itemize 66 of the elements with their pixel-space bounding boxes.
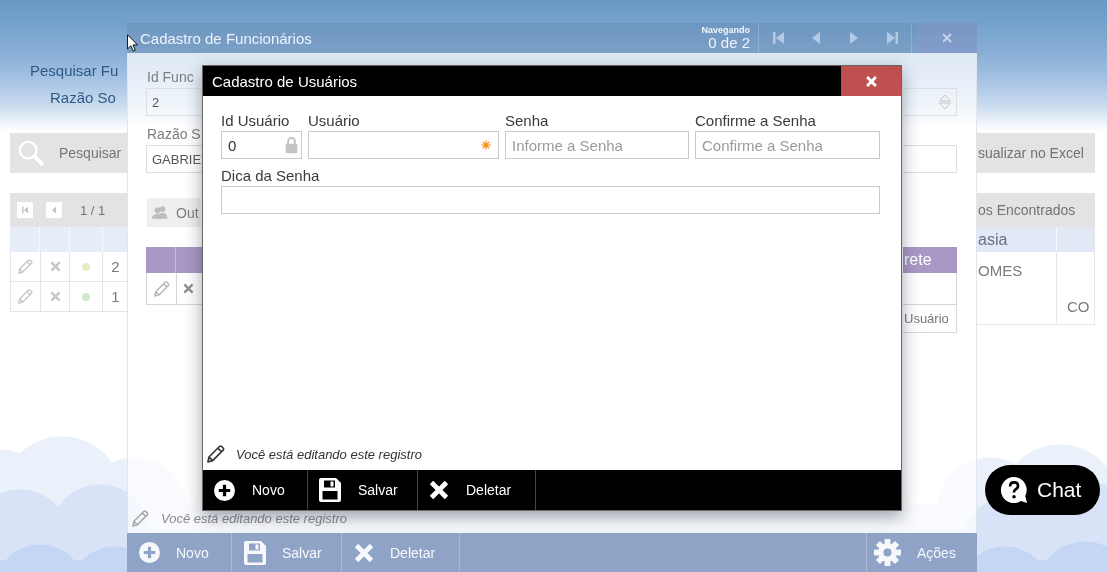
previous-icon[interactable] [812,32,820,44]
delete-button[interactable]: Deletar [418,470,536,510]
first-page-icon[interactable] [772,32,784,44]
dialog-title: Cadastro de Usuários [212,72,358,90]
pencil-icon [132,509,149,527]
pencil-icon [207,445,225,463]
first-page-icon[interactable] [17,202,33,218]
table-cell-text: CO [1066,296,1091,317]
cross-icon[interactable] [49,261,61,272]
people-icon [152,206,168,219]
column-header: asia [978,230,1008,249]
pencil-icon[interactable] [17,289,33,304]
field-label: Usuário [308,112,360,130]
search-icon [18,140,44,166]
excel-button[interactable]: sualizar no Excel [977,133,1095,173]
user-button[interactable]: Usuário [903,305,957,333]
up-down-icon[interactable] [939,94,951,110]
cross-icon [354,542,374,563]
column-header: rete [903,247,957,273]
status-message: Você está editando este registro [236,446,422,462]
plus-circle-icon [214,479,235,501]
cross-icon [429,480,449,500]
text-field[interactable] [903,88,957,116]
new-button[interactable]: Novo [127,533,232,572]
last-page-icon[interactable] [886,32,898,44]
text-field[interactable] [903,145,957,173]
field-label: Razão S [147,126,201,142]
field-label: Confirme a Senha [695,112,816,130]
field-label: Id Func [147,69,194,85]
next-icon[interactable] [850,32,858,44]
table-header [146,247,202,273]
page-heading: Pesquisar Fu [30,62,119,79]
record-counter: 0 de 2 [708,35,750,51]
status-message: Você está editando este registro [161,510,347,526]
actions-button[interactable]: Ações [866,533,977,572]
table-cell-text: 1 [110,287,121,307]
field-label: Razão So [50,89,116,106]
pencil-icon[interactable] [17,259,33,274]
window-title: Cadastro de Funcionários [140,29,312,47]
help-bubble-icon [1000,476,1028,504]
field-label: Dica da Senha [221,167,320,185]
close-button[interactable] [841,66,901,96]
field-label: Id Usuário [221,112,290,130]
save-button[interactable]: Salvar [308,470,418,510]
cross-icon[interactable] [183,283,194,294]
previous-page-icon[interactable] [46,202,62,218]
close-icon [942,33,952,43]
page-indicator: 1 / 1 [80,202,106,218]
tab[interactable]: Out [147,198,201,227]
table-cell-text: 2 [110,257,121,277]
input-field[interactable]: Confirme a Senha [695,131,880,159]
navigation-label: Navegando [701,25,750,35]
close-icon [865,75,877,87]
new-button[interactable]: Novo [203,470,308,510]
input-field[interactable] [308,131,499,159]
field-label: Senha [505,112,549,130]
plus-circle-icon [139,542,160,563]
input-field[interactable]: 0 [221,131,302,159]
input-field[interactable]: Informe a Senha [505,131,689,159]
gear-icon [874,539,901,566]
pencil-icon[interactable] [153,280,170,297]
input-field[interactable] [221,186,880,214]
results-bar: os Encontrados [977,193,1095,227]
chat-button[interactable]: Chat [985,465,1100,515]
search-button[interactable]: Pesquisar [10,133,127,173]
cross-icon[interactable] [49,291,61,302]
